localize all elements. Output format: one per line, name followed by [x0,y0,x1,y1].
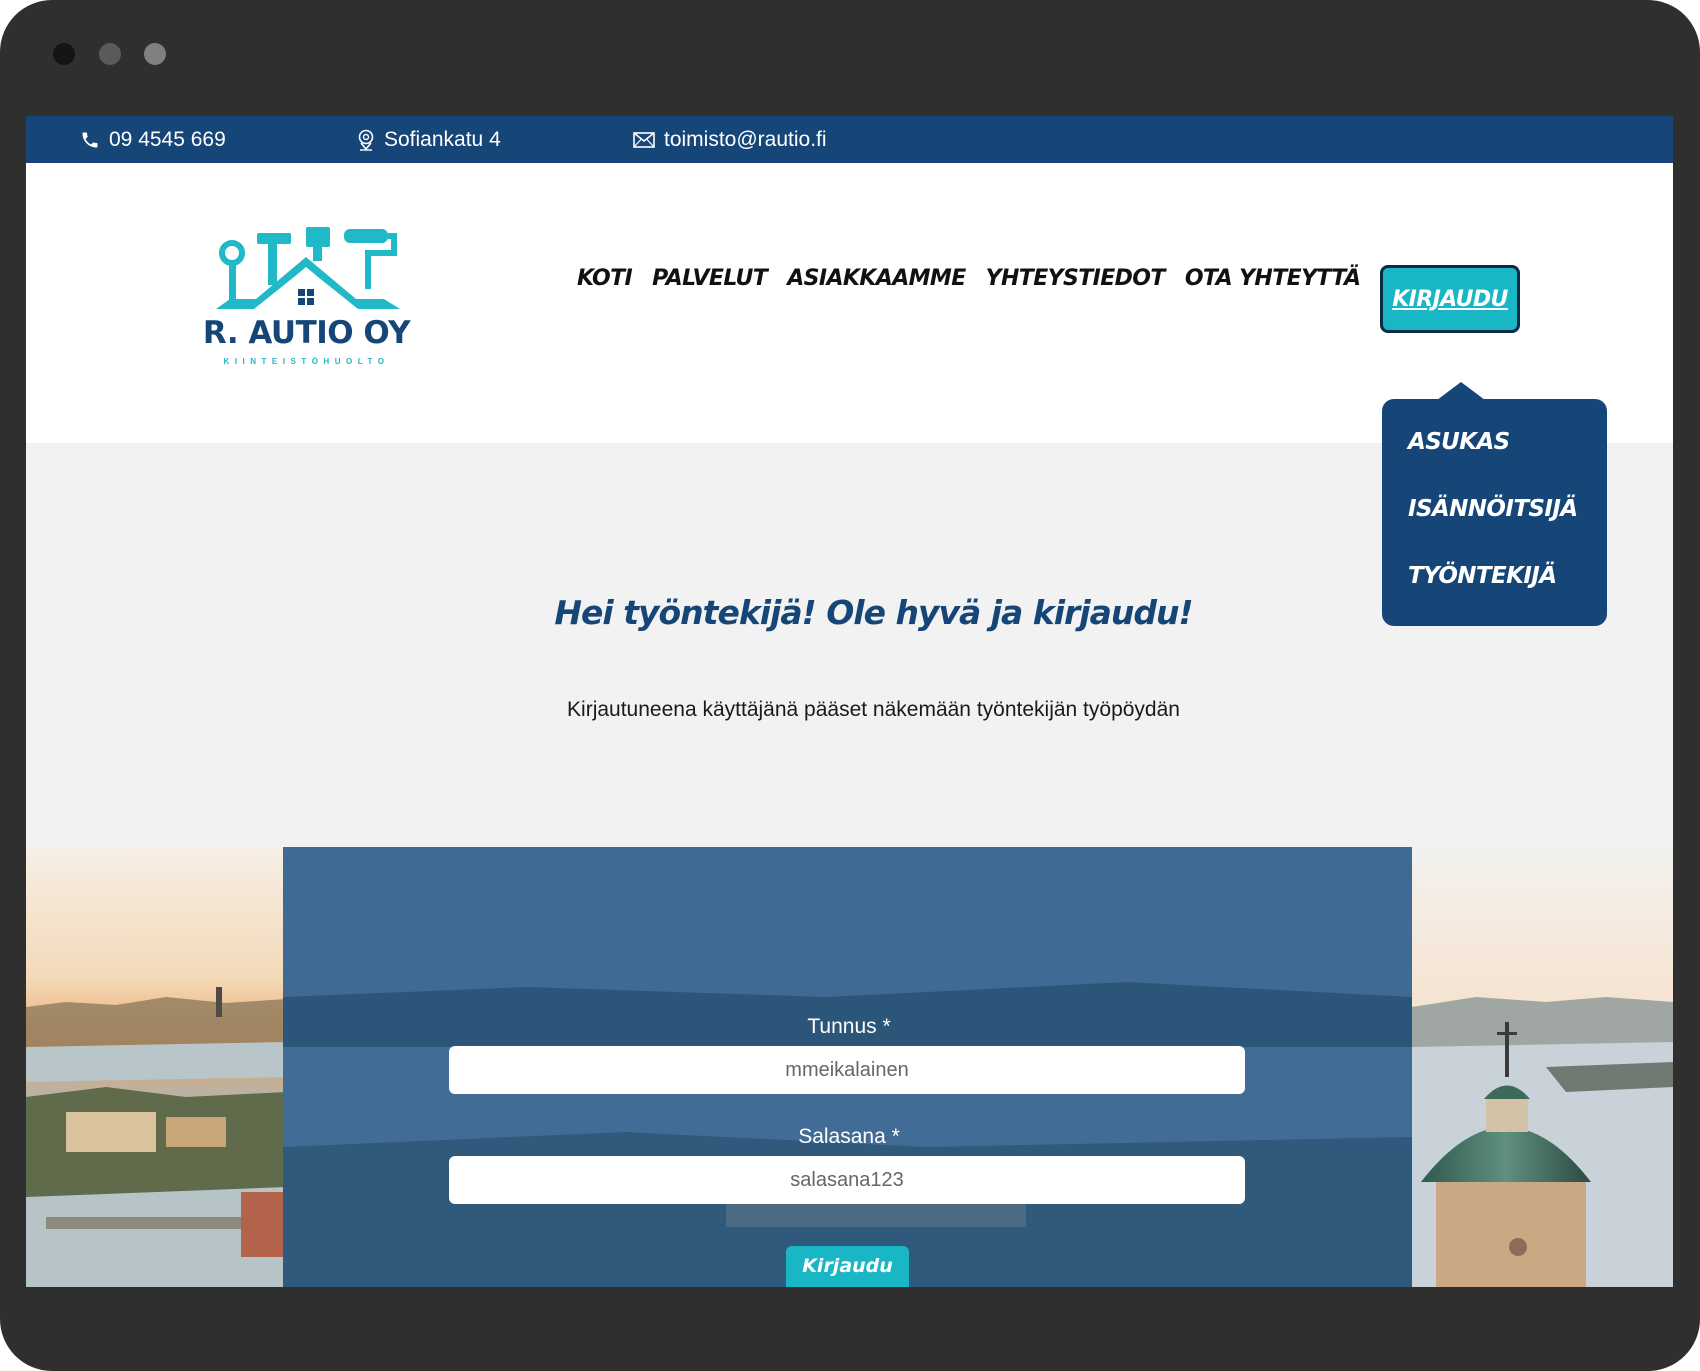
username-input[interactable] [449,1046,1245,1094]
device-frame: 09 4545 669 Sofiankatu 4 toimisto@rautio… [0,0,1700,1371]
window-minimize-dot[interactable] [99,43,121,65]
dropdown-item-isannoitsija[interactable]: ISÄNNÖITSIJÄ [1408,496,1578,522]
location-pin-icon [358,129,374,151]
contact-bar: 09 4545 669 Sofiankatu 4 toimisto@rautio… [26,116,1673,163]
nav-item-ota-yhteytta[interactable]: OTA YHTEYTTÄ [1185,266,1361,291]
login-submit-button[interactable]: Kirjaudu [786,1246,909,1287]
phone-icon [82,132,98,147]
contact-phone[interactable]: 09 4545 669 [80,116,226,163]
intro-description: Kirjautuneena käyttäjänä pääset näkemään… [567,698,1180,721]
nav-login-button[interactable]: KIRJAUDU [1380,265,1520,333]
address-text: Sofiankatu 4 [384,127,501,151]
login-dropdown-menu: ASUKAS ISÄNNÖITSIJÄ TYÖNTEKIJÄ [1382,382,1607,626]
nav-login-label: KIRJAUDU [1392,286,1508,312]
window-close-dot[interactable] [53,43,75,65]
login-hero-section: Tunnus * Salasana * Kirjaudu [26,847,1673,1287]
dropdown-item-asukas[interactable]: ASUKAS [1408,429,1510,455]
username-label: Tunnus * [807,1015,891,1038]
site-header: R. AUTIO OY KIINTEISTÖHUOLTO KOTI PALVEL… [26,163,1673,626]
contact-email[interactable]: toimisto@rautio.fi [633,116,827,163]
window-maximize-dot[interactable] [144,43,166,65]
logo-wordmark: R. AUTIO OY [202,315,411,351]
nav-item-yhteystiedot[interactable]: YHTEYSTIEDOT [986,266,1166,291]
mail-icon [633,131,655,148]
password-label: Salasana * [798,1125,900,1148]
email-link: toimisto@rautio.fi [664,127,827,151]
logo-tagline: KIINTEISTÖHUOLTO [223,357,390,366]
company-logo[interactable]: R. AUTIO OY KIINTEISTÖHUOLTO [194,223,419,373]
nav-item-koti[interactable]: KOTI [577,266,633,291]
main-navigation: KOTI PALVELUT ASIAKKAAMME YHTEYSTIEDOT O… [577,266,1380,291]
phone-number: 09 4545 669 [109,127,226,151]
contact-address[interactable]: Sofiankatu 4 [357,116,501,163]
nav-item-palvelut[interactable]: PALVELUT [652,266,768,291]
nav-item-asiakkaamme[interactable]: ASIAKKAAMME [787,266,966,291]
browser-viewport: 09 4545 669 Sofiankatu 4 toimisto@rautio… [26,116,1673,1287]
password-input[interactable] [449,1156,1245,1204]
dropdown-item-tyontekija[interactable]: TYÖNTEKIJÄ [1408,563,1557,589]
house-tools-logo-icon [216,227,400,309]
